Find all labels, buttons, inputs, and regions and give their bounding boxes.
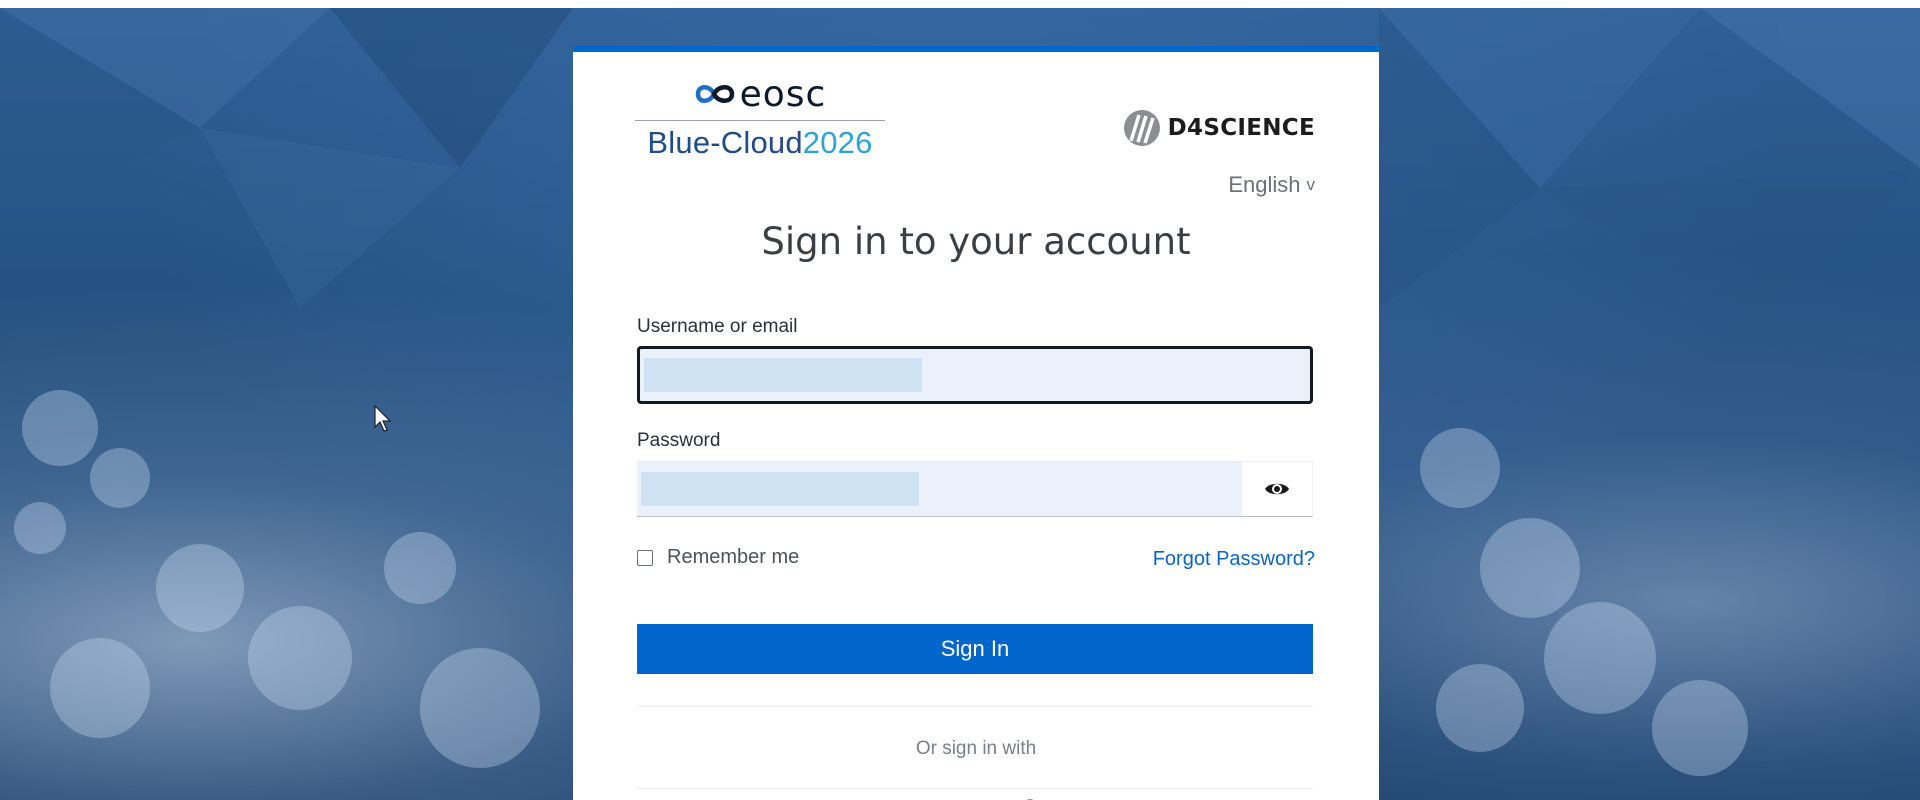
alt-signin-text: Or sign in with — [915, 738, 1037, 759]
login-card: eosc Blue-Cloud2026 D4SCIENCE English v … — [573, 46, 1379, 800]
d4science-logo: D4SCIENCE — [1122, 108, 1315, 148]
username-input[interactable] — [637, 346, 1313, 404]
password-label: Password — [637, 430, 721, 451]
page-title: Sign in to your account — [761, 220, 1191, 263]
login-page: eosc Blue-Cloud2026 D4SCIENCE English v … — [0, 0, 1920, 800]
remember-me-label: Remember me — [667, 546, 800, 568]
password-input[interactable] — [637, 461, 1241, 517]
remember-me-checkbox[interactable] — [637, 549, 653, 566]
chevron-down-icon: v — [1306, 175, 1316, 194]
show-password-button[interactable] — [1241, 461, 1313, 517]
eye-icon — [1265, 483, 1289, 495]
username-autofill-value — [644, 358, 922, 392]
language-selector[interactable]: English v — [1228, 172, 1315, 198]
remember-me-control[interactable]: Remember me — [637, 546, 799, 569]
eosc-logo: eosc — [635, 73, 885, 115]
mouse-cursor-icon — [374, 405, 392, 432]
forgot-password-link[interactable]: Forgot Password? — [1153, 548, 1315, 571]
divider — [637, 788, 1313, 789]
divider — [637, 706, 1313, 707]
blue-cloud-logo: eosc Blue-Cloud2026 — [635, 74, 885, 161]
blue-cloud-wordmark: Blue-Cloud2026 — [635, 125, 885, 161]
d4science-wordmark: D4SCIENCE — [1167, 115, 1315, 141]
blue-cloud-year: 2026 — [802, 125, 873, 160]
language-current: English — [1228, 172, 1301, 197]
username-label: Username or email — [637, 316, 798, 337]
password-autofill-value — [641, 472, 919, 506]
eosc-wordmark: eosc — [739, 73, 827, 115]
sign-in-button[interactable]: Sign In — [637, 624, 1313, 674]
d4science-emblem-icon — [1123, 110, 1160, 146]
eosc-infinity-icon — [695, 85, 734, 103]
logo-divider — [635, 120, 885, 121]
blue-cloud-text: Blue-Cloud — [647, 125, 803, 160]
